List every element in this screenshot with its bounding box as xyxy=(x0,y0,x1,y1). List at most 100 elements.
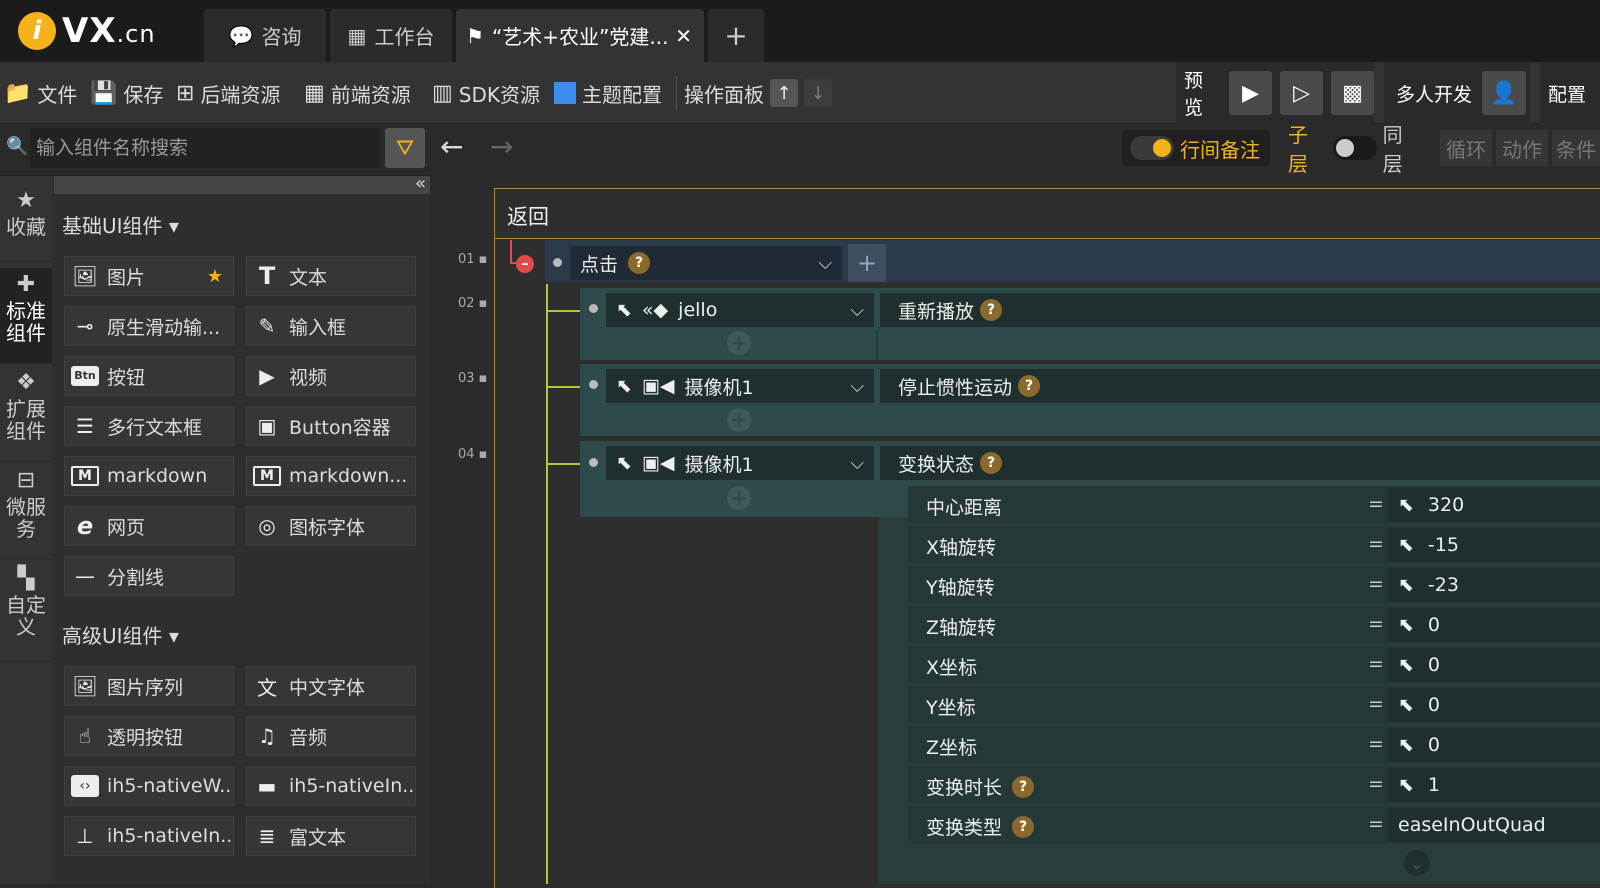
target-select[interactable]: ⬉ ▣◀ 摄像机1 ⌵ xyxy=(606,446,874,480)
theme-config-button[interactable]: 主题配置 xyxy=(554,62,662,124)
component-video[interactable]: ▶ 视频 xyxy=(246,356,416,396)
component-input[interactable]: ✎ 输入框 xyxy=(246,306,416,346)
logo-icon: i xyxy=(18,12,56,50)
component-text[interactable]: T 文本 xyxy=(246,256,416,296)
search-input[interactable] xyxy=(30,128,380,168)
help-icon[interactable]: ? xyxy=(1012,775,1035,798)
component-multiline-text[interactable]: ☰ 多行文本框 xyxy=(64,406,234,446)
component-button[interactable]: Btn 按钮 xyxy=(64,356,234,396)
config-button[interactable]: 配置 xyxy=(1540,62,1600,124)
add-tab-button[interactable]: + xyxy=(708,9,764,62)
frontend-resource-button[interactable]: ▦ 前端资源 xyxy=(304,62,411,124)
component-divider[interactable]: — 分割线 xyxy=(64,556,234,596)
help-icon[interactable]: ? xyxy=(628,252,651,274)
help-icon[interactable]: ? xyxy=(980,452,1003,474)
tab-workbench[interactable]: ▦ 工作台 xyxy=(330,9,452,62)
close-icon[interactable]: ✕ xyxy=(675,24,692,48)
section-advanced-ui[interactable]: 高级UI组件 ▾ xyxy=(62,620,179,649)
action-name[interactable]: 变换状态 ? xyxy=(880,446,1600,480)
tab-project[interactable]: ⚑ “艺术+农业”党建... ✕ xyxy=(456,9,704,62)
play-icon[interactable]: ▶ xyxy=(1229,71,1273,115)
component-native-slider[interactable]: ⊸ 原生滑动输... xyxy=(64,306,234,346)
save-button[interactable]: 💾 保存 xyxy=(90,62,163,124)
help-icon[interactable]: ? xyxy=(1012,815,1035,838)
layer-switch[interactable] xyxy=(1333,136,1377,160)
filter-icon[interactable]: ⛛ xyxy=(385,128,425,168)
param-value[interactable]: ⬉ 0 xyxy=(1388,728,1600,762)
sdk-resource-button[interactable]: ▥ SDK资源 xyxy=(432,62,540,124)
param-row: X坐标 = ⬉ 0 xyxy=(908,646,1600,684)
line-number: 04 ▪ xyxy=(458,447,488,462)
sdk-icon: ▥ xyxy=(432,80,453,106)
condition-button[interactable]: 条件 xyxy=(1552,130,1600,166)
trigger-select[interactable]: 点击 ? ⌵ xyxy=(570,246,842,280)
toggle-switch[interactable] xyxy=(1130,136,1174,160)
component-image[interactable]: 🖼 图片 ★ xyxy=(64,256,234,296)
tab-consult[interactable]: 💬 咨询 xyxy=(204,9,326,62)
sidenav-favorites[interactable]: ★ 收藏 xyxy=(0,176,52,262)
line-note-toggle[interactable]: 行间备注 xyxy=(1122,130,1270,166)
collapse-bar[interactable]: « xyxy=(54,173,430,194)
param-value[interactable]: ⬉ 0 xyxy=(1388,648,1600,682)
component-markdown-editor[interactable]: Mmarkdown... xyxy=(246,456,416,496)
play-outline-icon[interactable]: ▷ xyxy=(1280,71,1324,115)
arrow-up-icon[interactable]: ↑ xyxy=(770,79,798,107)
param-value[interactable]: ⬉ -15 xyxy=(1388,528,1600,562)
arrow-right-icon[interactable]: → xyxy=(490,130,513,163)
component-transparent-button[interactable]: ☝ 透明按钮 xyxy=(64,716,234,756)
target-select[interactable]: ⬉ «◆ jello ⌵ xyxy=(606,293,874,327)
expand-icon[interactable]: ⌄ xyxy=(1404,850,1430,876)
add-circle-icon[interactable]: + xyxy=(727,486,751,511)
add-circle-icon[interactable]: + xyxy=(727,331,751,356)
backend-resource-button[interactable]: ⊞ 后端资源 xyxy=(176,62,280,124)
component-native-input-2[interactable]: ⊥ ih5-nativeIn... xyxy=(64,816,234,856)
component-webpage[interactable]: e 网页 xyxy=(64,506,234,546)
param-value[interactable]: ⬉ 0 xyxy=(1388,688,1600,722)
param-value[interactable]: ⬉ 0 xyxy=(1388,608,1600,642)
vx-logo[interactable]: i VX.cn xyxy=(18,10,156,52)
frame-line xyxy=(494,238,1600,239)
add-action-button[interactable]: + xyxy=(848,244,886,282)
component-audio[interactable]: ♫ 音频 xyxy=(246,716,416,756)
component-markdown[interactable]: Mmarkdown xyxy=(64,456,234,496)
user-icon[interactable]: 👤 xyxy=(1482,71,1527,115)
action-name[interactable]: 重新播放 ? xyxy=(880,293,1600,327)
section-basic-ui[interactable]: 基础UI组件 ▾ xyxy=(62,210,179,239)
qrcode-icon[interactable]: ▩ xyxy=(1331,71,1374,115)
sidenav-standard[interactable]: ✚ 标准组件 xyxy=(0,268,52,364)
baseline-icon: ⊥ xyxy=(76,824,94,848)
dashboard-icon: ▦ xyxy=(347,23,367,48)
component-image-sequence[interactable]: 🖼 图片序列 xyxy=(64,666,234,706)
file-button[interactable]: 📁 文件 xyxy=(4,62,77,124)
multi-dev-group[interactable]: 多人开发 👤 xyxy=(1384,62,1530,124)
target-select[interactable]: ⬉ ▣◀ 摄像机1 ⌵ xyxy=(606,369,874,403)
param-value[interactable]: ⬉ -23 xyxy=(1388,568,1600,602)
remove-icon[interactable]: – xyxy=(516,255,534,273)
back-label[interactable]: 返回 xyxy=(507,201,549,231)
component-native-webview[interactable]: ‹› ih5-nativeW... xyxy=(64,766,234,806)
action-name[interactable]: 停止惯性运动 ? xyxy=(880,369,1600,403)
component-icon-font[interactable]: ◎ 图标字体 xyxy=(246,506,416,546)
loop-button[interactable]: 循环 xyxy=(1440,130,1492,166)
component-chinese-font[interactable]: 文中文字体 xyxy=(246,666,416,706)
help-icon[interactable]: ? xyxy=(980,299,1003,321)
arrow-left-icon[interactable]: ← xyxy=(440,130,463,163)
sidenav-microservice[interactable]: ⊟ 微服务 xyxy=(0,464,52,560)
chevron-down-icon: ⌵ xyxy=(850,375,864,397)
add-circle-icon[interactable]: + xyxy=(727,408,751,433)
action-button[interactable]: 动作 xyxy=(1496,130,1548,166)
component-native-input[interactable]: ▬ ih5-nativeIn... xyxy=(246,766,416,806)
sidenav-custom[interactable]: ▚ 自定义 xyxy=(0,562,52,662)
component-rich-text[interactable]: ≣ 富文本 xyxy=(246,816,416,856)
layer-toggle[interactable]: 子层 同层 xyxy=(1280,123,1430,176)
image-icon: 🖼 xyxy=(72,264,98,288)
param-value[interactable]: ⬉ 320 xyxy=(1388,488,1600,522)
save-icon: 💾 xyxy=(90,80,118,106)
help-icon[interactable]: ? xyxy=(1018,375,1041,397)
arrow-down-icon[interactable]: ↓ xyxy=(804,79,832,107)
star-icon[interactable]: ★ xyxy=(207,266,223,287)
component-button-container[interactable]: ▣ Button容器 xyxy=(246,406,416,446)
param-select[interactable]: easeInOutQuad xyxy=(1388,808,1600,842)
param-value[interactable]: ⬉ 1 xyxy=(1388,768,1600,802)
sidenav-extension[interactable]: ❖ 扩展组件 xyxy=(0,366,52,462)
